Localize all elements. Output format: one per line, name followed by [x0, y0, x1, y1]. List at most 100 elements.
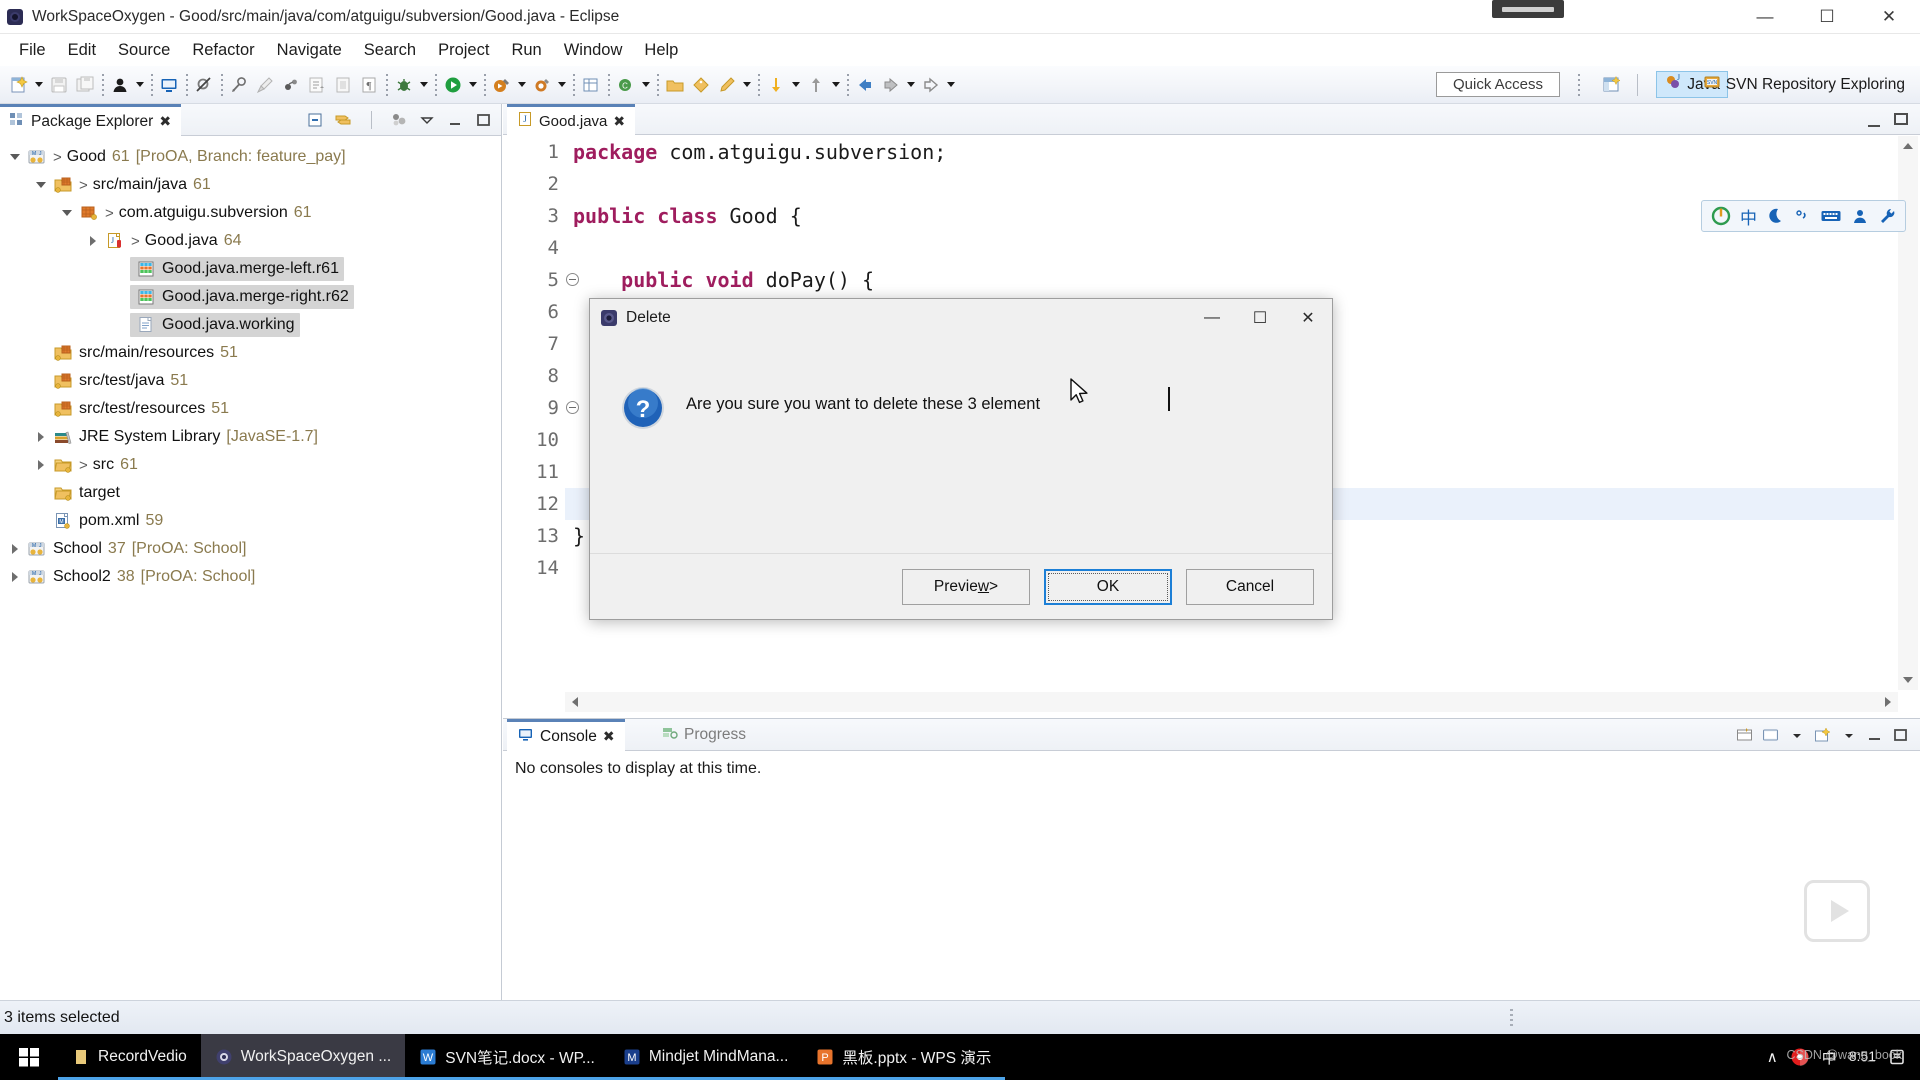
status-resize-grip[interactable] — [1510, 1009, 1513, 1027]
tree-item[interactable]: Good.java.merge-right.r62 — [0, 283, 502, 311]
tree-item[interactable]: target — [0, 479, 502, 507]
menu-run[interactable]: Run — [500, 38, 552, 63]
skip-breakpoints-icon[interactable] — [191, 72, 217, 98]
new-package-icon[interactable] — [578, 72, 604, 98]
forward-arrow-dropdown-icon[interactable] — [944, 72, 958, 98]
ime-floating-toolbar[interactable]: 中 — [1701, 200, 1906, 232]
ok-button[interactable]: OK — [1044, 568, 1172, 605]
next-annotation-icon[interactable] — [763, 72, 789, 98]
tab-progress[interactable]: Progress — [651, 719, 756, 751]
debug-stepover-icon[interactable] — [278, 72, 304, 98]
dialog-close-button[interactable]: ✕ — [1284, 299, 1332, 337]
focus-on-active-task-icon[interactable] — [387, 108, 411, 132]
screen-recorder-widget[interactable] — [1492, 0, 1564, 18]
user-icon[interactable] — [1851, 207, 1869, 225]
tab-good-java[interactable]: J Good.java ✖ — [507, 104, 636, 135]
user-account-icon[interactable] — [107, 72, 133, 98]
run-external-tools-icon[interactable] — [489, 72, 515, 98]
editor-horizontal-scrollbar[interactable] — [565, 692, 1898, 712]
tree-item[interactable]: M J School 37 [ProOA: School] — [0, 535, 502, 563]
edit-tag-icon[interactable] — [688, 72, 714, 98]
perspective-svn-repository-exploring[interactable]: SVN SVN Repository Exploring — [1696, 71, 1912, 98]
save-all-icon[interactable] — [72, 72, 98, 98]
toggle-breadcrumb-icon[interactable] — [226, 72, 252, 98]
tree-item[interactable]: src/test/java 51 — [0, 367, 502, 395]
menu-navigate[interactable]: Navigate — [266, 38, 353, 63]
maximize-view-icon[interactable] — [471, 108, 495, 132]
twisty-collapsed-icon[interactable] — [30, 451, 52, 479]
run-icon[interactable] — [440, 72, 466, 98]
open-type-icon[interactable] — [330, 72, 356, 98]
scroll-right-icon[interactable] — [1880, 694, 1896, 710]
search-tool-icon[interactable] — [714, 72, 740, 98]
forward-dropdown-icon[interactable] — [904, 72, 918, 98]
view-menu-icon[interactable] — [415, 108, 439, 132]
twisty-collapsed-icon[interactable] — [4, 563, 26, 591]
run-ant-dropdown-icon[interactable] — [555, 72, 569, 98]
twisty-collapsed-icon[interactable] — [4, 535, 26, 563]
scroll-down-icon[interactable] — [1900, 672, 1916, 688]
new-console-dropdown-icon[interactable] — [1837, 724, 1860, 746]
editor-maximize-icon[interactable] — [1894, 113, 1908, 125]
user-account-dropdown-icon[interactable] — [133, 72, 147, 98]
open-console-view-icon[interactable] — [1733, 724, 1756, 746]
start-button[interactable] — [0, 1034, 58, 1080]
tree-item[interactable]: J > Good.java 64 — [0, 227, 502, 255]
ime-language-indicator[interactable]: 中 — [1740, 204, 1757, 229]
debug-icon[interactable] — [391, 72, 417, 98]
tree-item[interactable]: src/main/resources 51 — [0, 339, 502, 367]
show-whitespace-icon[interactable]: ¶ — [356, 72, 382, 98]
search-tool-dropdown-icon[interactable] — [740, 72, 754, 98]
scroll-up-icon[interactable] — [1900, 138, 1916, 154]
taskbar-item-workspaceoxygen[interactable]: WorkSpaceOxygen ... — [200, 1034, 406, 1080]
open-task-icon[interactable] — [304, 72, 330, 98]
twisty-expanded-icon[interactable] — [56, 199, 78, 227]
taskbar-item-svn-notes-docx[interactable]: W SVN笔记.docx - WP... — [405, 1034, 609, 1080]
link-with-editor-icon[interactable] — [331, 108, 355, 132]
run-ant-icon[interactable] — [529, 72, 555, 98]
quick-access-input[interactable]: Quick Access — [1436, 72, 1560, 97]
console-tab-close-icon[interactable]: ✖ — [603, 728, 615, 745]
tree-item[interactable]: Good.java.merge-left.r61 — [0, 255, 502, 283]
run-dropdown-icon[interactable] — [466, 72, 480, 98]
package-explorer-tab-close-icon[interactable]: ✖ — [159, 113, 171, 130]
forward-navigation-icon[interactable] — [878, 72, 904, 98]
open-folder-icon[interactable] — [662, 72, 688, 98]
taskbar-item-blackboard-pptx[interactable]: P 黑板.pptx - WPS 演示 — [802, 1034, 1006, 1080]
debug-dropdown-icon[interactable] — [417, 72, 431, 98]
save-icon[interactable] — [46, 72, 72, 98]
open-perspective-icon[interactable] — [1599, 73, 1625, 97]
next-annotation-dropdown-icon[interactable] — [789, 72, 803, 98]
cancel-button[interactable]: Cancel — [1186, 568, 1314, 605]
tray-chevron-up-icon[interactable]: ∧ — [1767, 1048, 1778, 1066]
open-console-icon[interactable] — [156, 72, 182, 98]
menu-edit[interactable]: Edit — [57, 38, 107, 63]
new-class-dropdown-icon[interactable] — [639, 72, 653, 98]
editor-minimize-icon[interactable] — [1866, 113, 1882, 127]
minimize-console-icon[interactable] — [1863, 724, 1886, 746]
code-line[interactable]: package com.atguigu.subversion; — [565, 136, 1894, 168]
display-selected-console-icon[interactable] — [1759, 724, 1782, 746]
tree-item[interactable]: src/test/resources 51 — [0, 395, 502, 423]
tree-item[interactable]: M J School2 38 [ProOA: School] — [0, 563, 502, 591]
tab-console[interactable]: Console ✖ — [507, 719, 625, 751]
new-console-view-icon[interactable] — [1811, 724, 1834, 746]
window-close-button[interactable]: ✕ — [1858, 0, 1920, 34]
dialog-maximize-button[interactable]: ☐ — [1236, 299, 1284, 337]
new-wizard-dropdown-icon[interactable] — [32, 72, 46, 98]
tree-item[interactable]: Mpom.xml 59 — [0, 507, 502, 535]
keyboard-icon[interactable] — [1820, 207, 1842, 225]
external-tools-dropdown-icon[interactable] — [515, 72, 529, 98]
code-line[interactable] — [565, 168, 1894, 200]
menu-search[interactable]: Search — [353, 38, 427, 63]
editor-tab-close-icon[interactable]: ✖ — [613, 113, 625, 130]
tree-item[interactable]: JRE System Library [JavaSE-1.7] — [0, 423, 502, 451]
menu-refactor[interactable]: Refactor — [181, 38, 265, 63]
scroll-left-icon[interactable] — [567, 694, 583, 710]
code-line[interactable] — [565, 232, 1894, 264]
tree-item[interactable]: Good.java.working — [0, 311, 502, 339]
power-icon[interactable] — [1711, 206, 1731, 226]
menu-project[interactable]: Project — [427, 38, 500, 63]
punctuation-icon[interactable] — [1793, 207, 1811, 225]
new-class-icon[interactable]: C — [613, 72, 639, 98]
